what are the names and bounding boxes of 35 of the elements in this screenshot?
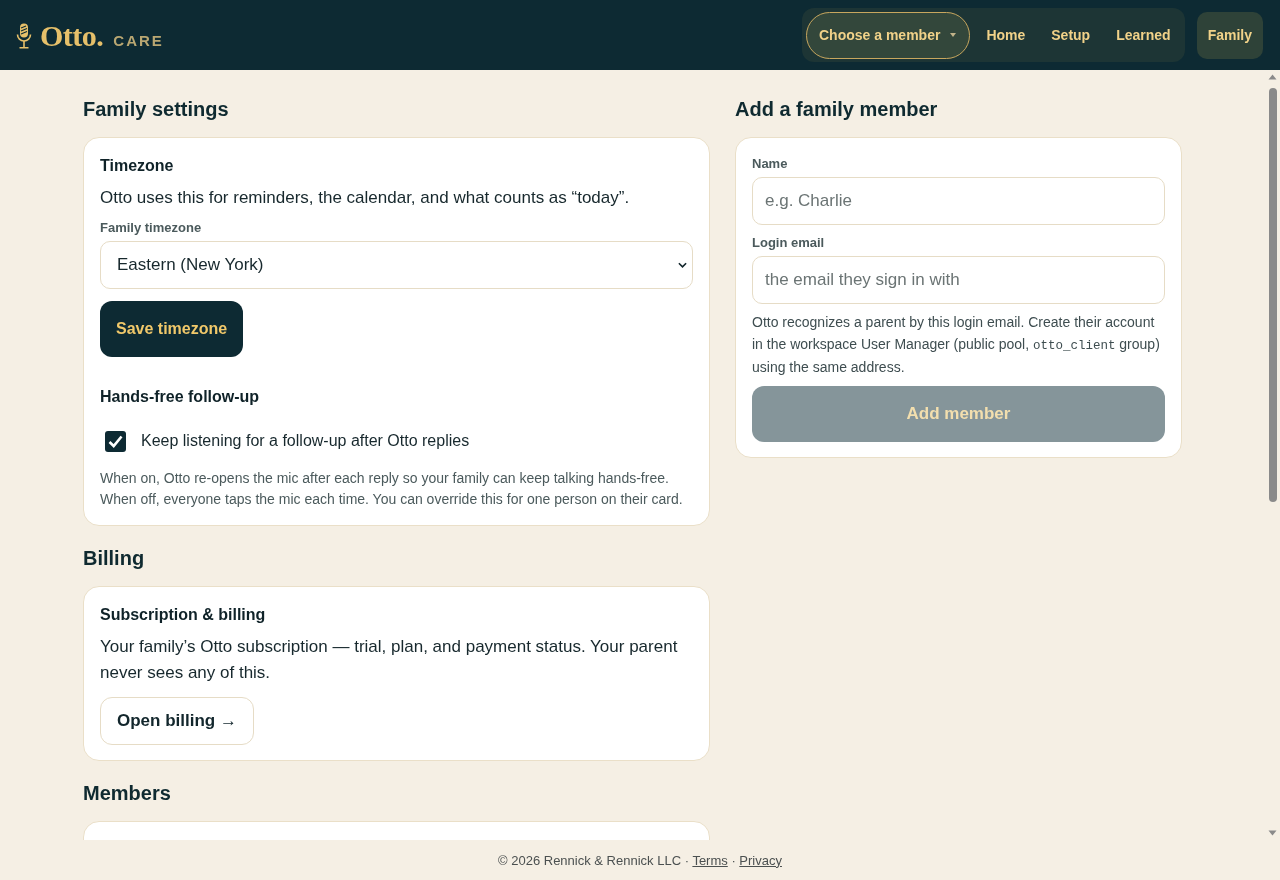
nav-tab[interactable]: Family: [1196, 11, 1263, 59]
microphone-icon: [16, 23, 32, 49]
nav-link[interactable]: Learned: [1103, 11, 1184, 59]
card-description: Otto uses this for reminders, the calendar, and what counts as “today”.: [100, 187, 630, 209]
checkbox-label[interactable]: Keep listening for a follow-up after Otto replies: [141, 432, 470, 450]
checkbox[interactable]: [105, 430, 126, 452]
footer-text: © 2026 Rennick & Rennick LLC · Terms · Privacy: [498, 852, 782, 868]
caret-icon: [950, 33, 957, 37]
section-heading: Add a family member: [735, 97, 939, 122]
field-label: Name: [752, 155, 788, 173]
help-text: When on, Otto re-opens the mic after each reply so your family can keep talking hands-free. When off, everyone taps the mic each time. You can override this for one person on their card.: [100, 469, 684, 509]
card-title: Timezone: [100, 156, 174, 176]
section-heading: Family settings: [83, 97, 230, 122]
nav-link[interactable]: Setup: [1038, 11, 1104, 59]
logo-wordmark: Otto.: [40, 21, 104, 51]
scrollbar-thumb[interactable]: [1268, 88, 1277, 502]
timezone-select[interactable]: Eastern (New York): [100, 241, 693, 289]
open-billing-button[interactable]: Open billing →: [100, 697, 254, 745]
input-field[interactable]: e.g. Charlie: [752, 177, 1165, 225]
card-description: Your family’s Otto subscription — trial, plan, and payment status. Your parent never sees any of this.: [100, 636, 679, 684]
nav-link[interactable]: Home: [973, 11, 1039, 59]
card-title: Subscription & billing: [100, 605, 266, 625]
chevron-down-icon: [678, 262, 687, 268]
footer-link[interactable]: Privacy: [739, 852, 782, 868]
logo-tagline: CARE: [113, 33, 164, 48]
footer-link[interactable]: Terms: [692, 852, 728, 868]
section-heading: Members: [83, 781, 172, 806]
section-heading: Billing: [83, 546, 146, 571]
field-label: Family timezone: [100, 219, 202, 237]
field-label: Login email: [752, 234, 825, 252]
input-field[interactable]: the email they sign in with: [752, 256, 1165, 304]
member-picker[interactable]: Choose a member: [806, 11, 971, 59]
card-title: Hands-free follow-up: [100, 387, 260, 407]
save-timezone-button[interactable]: Save timezone: [100, 301, 244, 357]
help-text: Otto recognizes a parent by this login email. Create their account in the workspace User Manager (public pool, otto_client group) using the same address.: [752, 313, 1161, 377]
